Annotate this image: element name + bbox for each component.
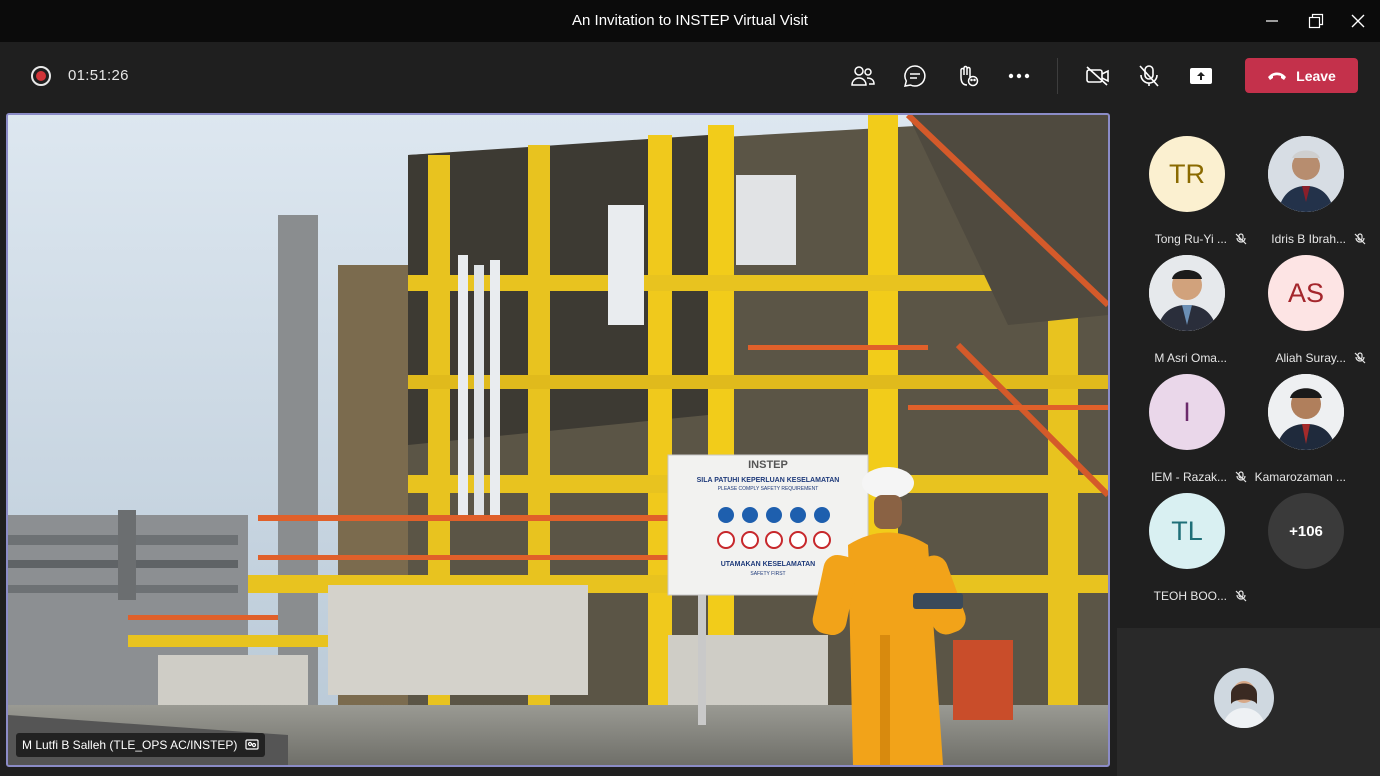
avatar: TL <box>1149 493 1225 569</box>
profile-photo <box>1149 255 1225 331</box>
avatar <box>1268 136 1344 212</box>
close-button[interactable] <box>1336 0 1380 42</box>
participant-tile[interactable]: AS Aliah Suray... <box>1246 245 1366 365</box>
participant-name: Tong Ru-Yi ... <box>1154 232 1227 246</box>
avatar: AS <box>1268 255 1344 331</box>
sign-heading: SILA PATUHI KEPERLUAN KESELAMATAN <box>696 477 840 484</box>
profile-photo <box>1268 136 1344 212</box>
participants-panel: TR Tong Ru-Yi ... Idris B Ibrah... M Asr… <box>1117 113 1380 776</box>
overflow-count: +106 <box>1268 493 1344 569</box>
participant-tile[interactable]: Kamarozaman ... <box>1246 364 1364 484</box>
reactions-button[interactable] <box>950 59 984 93</box>
chat-icon <box>903 65 926 87</box>
mic-muted-icon <box>1354 352 1366 364</box>
more-participants-tile[interactable]: +106 <box>1246 483 1364 593</box>
sign-footer: UTAMAKAN KESELAMATAN <box>720 561 816 568</box>
mic-toggle-button[interactable] <box>1132 59 1166 93</box>
participant-name: M Asri Oma... <box>1154 351 1227 365</box>
avatar: TR <box>1149 136 1225 212</box>
more-options-button[interactable] <box>1002 59 1036 93</box>
speaker-name-tag: M Lutfi B Salleh (TLE_OPS AC/INSTEP) <box>16 733 266 757</box>
participant-name: TEOH BOO... <box>1153 589 1227 603</box>
leave-button[interactable]: Leave <box>1245 58 1358 93</box>
avatar: I <box>1149 374 1225 450</box>
main-video-stage[interactable]: INSTEP SILA PATUHI KEPERLUAN KESELAMATAN… <box>6 113 1110 767</box>
hang-up-icon <box>1268 72 1287 80</box>
chat-button[interactable] <box>898 59 932 93</box>
avatar <box>1268 374 1344 450</box>
meeting-timer: 01:51:26 <box>68 67 129 84</box>
minimize-button[interactable] <box>1250 0 1294 42</box>
mic-off-icon <box>1139 65 1159 87</box>
participants-button[interactable] <box>846 59 880 93</box>
participant-tile[interactable]: TR Tong Ru-Yi ... <box>1127 126 1247 246</box>
participant-tile[interactable]: Idris B Ibrah... <box>1246 126 1366 246</box>
self-avatar <box>1214 668 1274 728</box>
close-icon <box>1351 14 1365 28</box>
toolbar-divider <box>1057 58 1058 94</box>
sign-logo: INSTEP <box>748 459 788 471</box>
share-screen-button[interactable] <box>1184 59 1218 93</box>
title-bar: An Invitation to INSTEP Virtual Visit <box>0 0 1380 42</box>
more-icon <box>1008 73 1030 79</box>
sign-footer-sub: SAFETY FIRST <box>750 571 786 577</box>
meeting-toolbar: 01:51:26 Leave <box>0 42 1380 110</box>
mic-muted-icon <box>1354 233 1366 245</box>
camera-toggle-button[interactable] <box>1081 59 1115 93</box>
hand-raise-icon <box>960 65 979 87</box>
avatar <box>1149 255 1225 331</box>
people-icon <box>851 66 875 86</box>
screen-share-indicator-icon <box>245 739 260 750</box>
participant-name: Kamarozaman ... <box>1254 470 1346 484</box>
window-title: An Invitation to INSTEP Virtual Visit <box>572 12 808 29</box>
participant-name: IEM - Razak... <box>1150 470 1227 484</box>
minimize-icon <box>1266 20 1278 22</box>
share-icon <box>1190 68 1212 84</box>
participant-tile[interactable]: TL TEOH BOO... <box>1127 483 1247 603</box>
speaker-name: M Lutfi B Salleh (TLE_OPS AC/INSTEP) <box>22 738 238 752</box>
restore-icon <box>1308 13 1324 29</box>
participant-tile[interactable]: M Asri Oma... <box>1127 245 1245 365</box>
profile-photo <box>1268 374 1344 450</box>
self-view[interactable] <box>1117 628 1380 776</box>
participant-tile[interactable]: I IEM - Razak... <box>1127 364 1247 484</box>
profile-photo <box>1214 668 1274 728</box>
sign-subheading: PLEASE COMPLY SAFETY REQUIREMENT <box>717 486 819 492</box>
video-feed <box>8 115 1108 765</box>
participant-name: Aliah Suray... <box>1275 351 1346 365</box>
participant-name: Idris B Ibrah... <box>1271 232 1346 246</box>
leave-label: Leave <box>1296 67 1336 84</box>
camera-off-icon <box>1086 66 1109 86</box>
maximize-button[interactable] <box>1294 0 1338 42</box>
recording-icon <box>31 66 51 86</box>
